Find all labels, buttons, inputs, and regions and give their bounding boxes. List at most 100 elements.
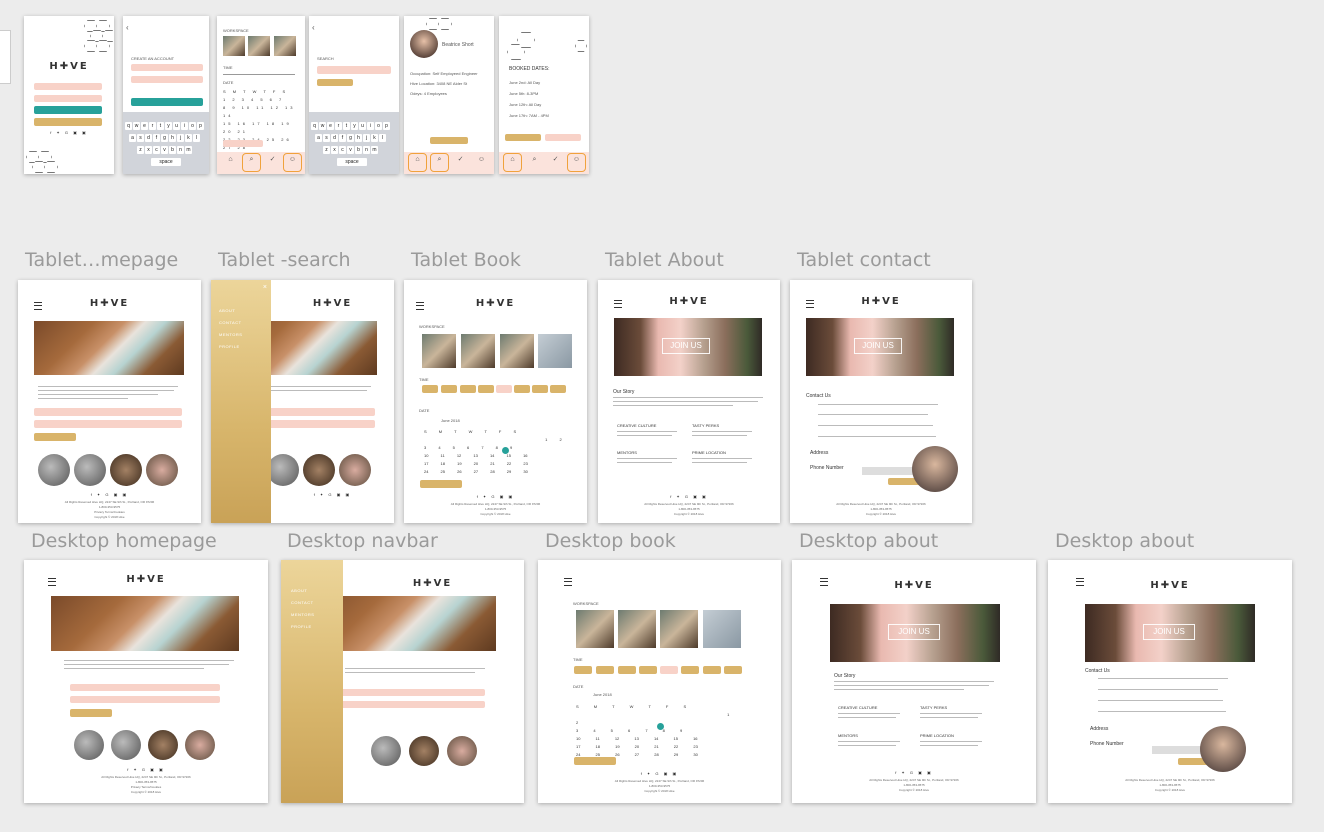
cancel-button[interactable] xyxy=(545,134,581,141)
workspace-dropdown[interactable] xyxy=(327,689,485,696)
on-screen-keyboard[interactable]: qw er ty ui op as df gh jk l zx cv bn m … xyxy=(309,112,399,174)
workspace-photo[interactable] xyxy=(576,610,614,648)
social-icons[interactable]: f ✦ G ▣ ▣ xyxy=(598,494,780,499)
time-slot[interactable] xyxy=(681,666,699,674)
workspace-photo[interactable] xyxy=(223,36,245,56)
desktop-artboard-contact[interactable]: H✚VE JOIN US Contact Us Address Phone Nu… xyxy=(1048,560,1292,803)
back-icon[interactable]: ‹ xyxy=(126,23,129,32)
join-us-button[interactable]: JOIN US xyxy=(888,624,940,640)
nav-item[interactable]: ABOUT xyxy=(219,308,235,313)
selected-date[interactable] xyxy=(657,723,664,730)
tab-search[interactable]: ⌕ xyxy=(242,153,261,172)
workspace-photo[interactable] xyxy=(461,334,495,368)
password-input[interactable] xyxy=(131,76,203,83)
tab-home[interactable]: ⌂ xyxy=(408,153,427,172)
tab-search[interactable]: ⌕ xyxy=(430,153,449,172)
menu-icon[interactable] xyxy=(564,578,572,586)
sign-up-button[interactable] xyxy=(34,118,102,126)
time-slot[interactable] xyxy=(478,385,494,393)
time-slot[interactable] xyxy=(660,666,678,674)
tab-bar[interactable]: ⌂ ⌕ ✓ ☺ xyxy=(499,152,589,174)
social-icons[interactable]: f ✦ G ▣ ▣ xyxy=(24,130,114,135)
time-slot[interactable] xyxy=(596,666,614,674)
workspace-photo[interactable] xyxy=(660,610,698,648)
artboard-label[interactable]: Tablet About xyxy=(605,249,724,271)
nav-item[interactable]: MENTORS xyxy=(291,612,314,617)
time-slot[interactable] xyxy=(441,385,457,393)
back-icon[interactable]: ‹ xyxy=(312,23,315,32)
mobile-artboard-profile[interactable]: Beatrice Short Occupation: Self Employee… xyxy=(404,16,494,174)
workspace-thumb[interactable] xyxy=(185,730,215,760)
tab-bar[interactable]: ⌂ ⌕ ✓ ☺ xyxy=(217,152,305,174)
artboard-label[interactable]: Desktop about xyxy=(1055,530,1194,552)
desktop-artboard-homepage[interactable]: H✚VE f ✦ G ▣ ▣ All Rights Reserved Hive … xyxy=(24,560,268,803)
social-icons[interactable]: f ✦ G ▣ ▣ xyxy=(792,770,1036,775)
workspace-thumb[interactable] xyxy=(111,730,141,760)
time-slot[interactable] xyxy=(639,666,657,674)
time-slot[interactable] xyxy=(703,666,721,674)
nav-item[interactable]: CONTACT xyxy=(219,320,242,325)
time-slot[interactable] xyxy=(724,666,742,674)
social-icons[interactable]: f ✦ G ▣ ▣ xyxy=(404,494,587,499)
mobile-artboard-login[interactable]: H✚VE f ✦ G ▣ ▣ xyxy=(24,16,114,174)
tablet-artboard-homepage[interactable]: H✚VE f ✦ G ▣ ▣ All Rights Reserved Hive … xyxy=(18,280,201,523)
join-us-button[interactable]: JOIN US xyxy=(662,338,710,354)
workspace-thumb[interactable] xyxy=(110,454,142,486)
tablet-artboard-about[interactable]: H✚VE JOIN US Our Story CREATIVE CULTURE … xyxy=(598,280,780,523)
workspace-thumb[interactable] xyxy=(339,454,371,486)
desktop-artboard-navbar[interactable]: H✚VE ABOUT CONTACT MENTORS PROFILE xyxy=(281,560,524,803)
time-slider[interactable] xyxy=(223,74,295,75)
mobile-artboard-create-account[interactable]: ‹ CREATE AN ACCOUNT qw er ty ui op as df… xyxy=(123,16,209,174)
workspace-thumb[interactable] xyxy=(371,736,401,766)
nav-item[interactable]: PROFILE xyxy=(219,344,240,349)
search-button[interactable] xyxy=(317,79,353,86)
tab-booking[interactable]: ✓ xyxy=(451,153,470,172)
artboard-label[interactable]: Desktop navbar xyxy=(287,530,438,552)
nav-item[interactable]: MENTORS xyxy=(219,332,242,337)
check-availability-button[interactable] xyxy=(223,140,263,147)
tab-booking[interactable]: ✓ xyxy=(546,153,565,172)
tab-home[interactable]: ⌂ xyxy=(503,153,522,172)
time-slot[interactable] xyxy=(532,385,548,393)
book-button[interactable] xyxy=(505,134,541,141)
workspace-thumb[interactable] xyxy=(148,730,178,760)
time-slot[interactable] xyxy=(550,385,566,393)
tab-profile[interactable]: ☺ xyxy=(283,153,302,172)
close-icon[interactable]: × xyxy=(263,284,267,291)
workspace-photo[interactable] xyxy=(274,36,296,56)
social-icons[interactable]: f ✦ G ▣ ▣ xyxy=(24,767,268,772)
check-availability-button[interactable] xyxy=(420,480,462,488)
check-availability-button[interactable] xyxy=(70,709,112,717)
calendar[interactable]: S M T W T F S 1 23 4 5 6 7 8 9 10 11 12 1… xyxy=(424,428,574,476)
nav-item[interactable]: PROFILE xyxy=(291,624,312,629)
social-icons[interactable]: f ✦ G ▣ ▣ xyxy=(538,771,781,776)
tab-profile[interactable]: ☺ xyxy=(567,153,586,172)
tablet-artboard-contact[interactable]: H✚VE JOIN US Contact Us Address Phone Nu… xyxy=(790,280,972,523)
tab-search[interactable]: ⌕ xyxy=(525,153,544,172)
workspace-thumb[interactable] xyxy=(74,730,104,760)
time-dropdown[interactable] xyxy=(70,696,220,703)
sign-in-button[interactable] xyxy=(34,106,102,114)
workspace-thumb[interactable] xyxy=(303,454,335,486)
workspace-photo[interactable] xyxy=(703,610,741,648)
tab-home[interactable]: ⌂ xyxy=(221,153,240,172)
calendar[interactable]: S M T W T F S 1 23 4 5 6 7 8 9 10 11 12 1… xyxy=(576,703,746,759)
time-dropdown[interactable] xyxy=(327,701,485,708)
workspace-photo[interactable] xyxy=(500,334,534,368)
tab-profile[interactable]: ☺ xyxy=(472,153,491,172)
workspace-dropdown[interactable] xyxy=(34,408,182,416)
artboard-label[interactable]: Tablet -search xyxy=(218,249,351,271)
workspace-thumb[interactable] xyxy=(267,454,299,486)
artboard-label[interactable]: Desktop about xyxy=(799,530,938,552)
username-input[interactable] xyxy=(34,83,102,90)
tablet-artboard-search[interactable]: H✚VE f ✦ G ▣ ▣ × ABOUT CONTACT MENTORS P… xyxy=(211,280,394,523)
social-icons[interactable]: f ✦ G ▣ ▣ xyxy=(18,492,201,497)
desktop-artboard-about[interactable]: H✚VE JOIN US Our Story CREATIVE CULTURE … xyxy=(792,560,1036,803)
on-screen-keyboard[interactable]: qw er ty ui op as df gh jk l zx cv bn m … xyxy=(123,112,209,174)
tab-bar[interactable]: ⌂ ⌕ ✓ ☺ xyxy=(404,152,494,174)
mobile-artboard-booked-dates[interactable]: BOOKED DATES: June 2nd: All Day June 5th… xyxy=(499,16,589,174)
check-availability-button[interactable] xyxy=(34,433,76,441)
desktop-artboard-book[interactable]: WORKSPACE TIME DATE June 2018 S M T W T … xyxy=(538,560,781,803)
mobile-artboard-search[interactable]: ‹ SEARCH qw er ty ui op as df gh jk l zx… xyxy=(309,16,399,174)
join-us-button[interactable]: JOIN US xyxy=(1143,624,1195,640)
